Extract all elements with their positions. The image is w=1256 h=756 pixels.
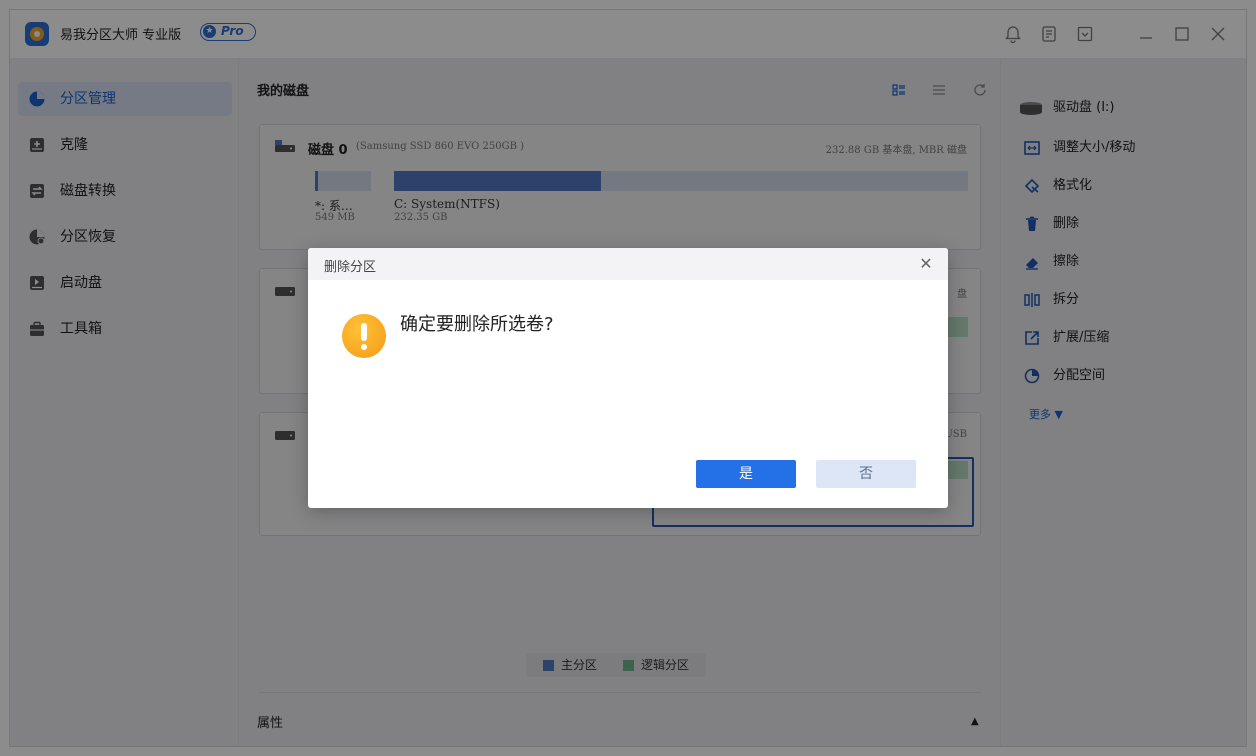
dialog-close-icon[interactable]: ✕ [916, 254, 936, 274]
dialog-header: 删除分区 ✕ [308, 248, 948, 280]
dialog-message: 确定要删除所选卷? [400, 314, 554, 335]
confirm-no-button[interactable]: 否 [816, 460, 916, 488]
dialog-title: 删除分区 [324, 260, 377, 275]
delete-partition-dialog: 删除分区 ✕ 确定要删除所选卷? 是 否 [308, 248, 948, 508]
confirm-yes-button[interactable]: 是 [696, 460, 796, 488]
warning-icon [342, 314, 386, 358]
